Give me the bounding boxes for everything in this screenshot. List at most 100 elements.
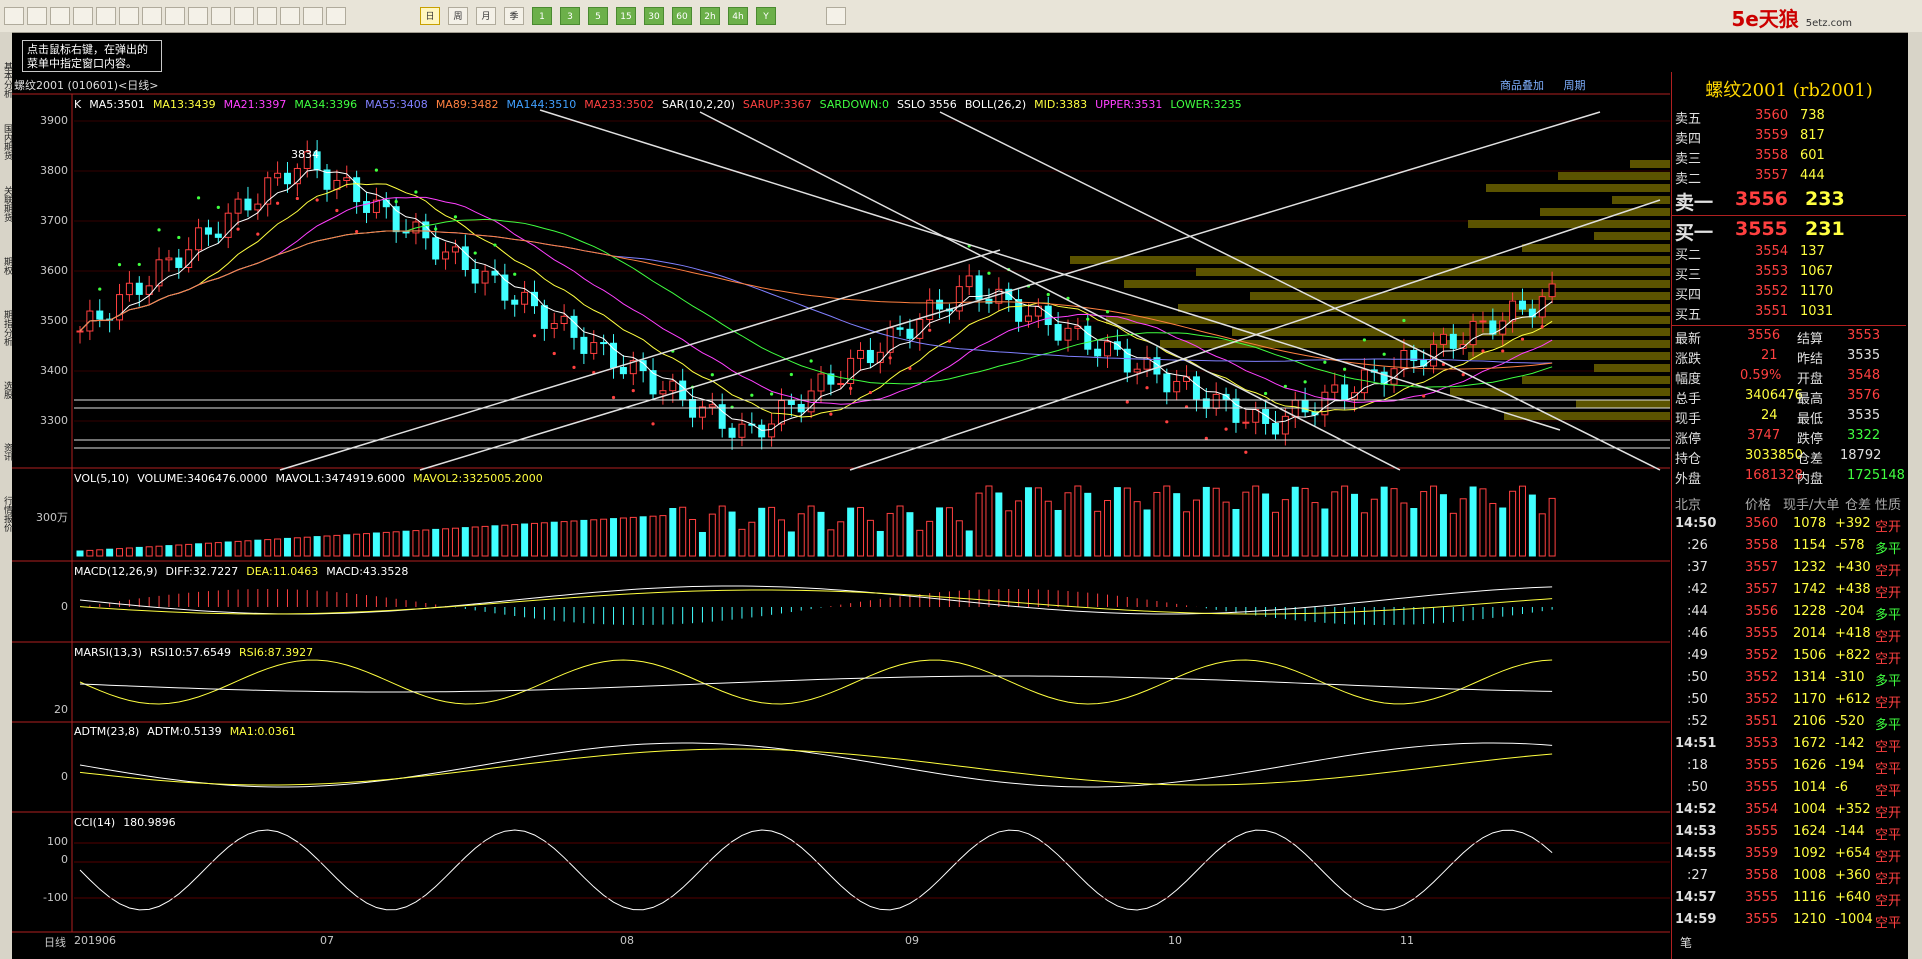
tick-oi-change: +360 — [1835, 868, 1871, 883]
sar-dot — [987, 271, 991, 275]
volume-bar — [1499, 507, 1507, 557]
sar-dot — [335, 208, 339, 213]
x-axis-label: 10 — [1168, 934, 1182, 947]
candle-body — [1548, 283, 1556, 298]
tick-oi-change: +352 — [1835, 802, 1871, 817]
quote-cell: 跌停 — [1797, 432, 1824, 447]
sar-dot — [177, 235, 181, 240]
candle-body — [1094, 348, 1102, 357]
candle-body — [1242, 421, 1250, 424]
quote-row: 总手 3406476 最高 3576 — [1675, 388, 1905, 407]
volume-bar — [768, 506, 776, 557]
volume-bar — [945, 507, 953, 557]
volume-bar — [106, 548, 114, 557]
price-axis-label: 3700 — [40, 214, 68, 227]
sar-dot — [631, 389, 635, 393]
candle-body — [659, 390, 667, 395]
candle-body — [432, 237, 440, 260]
volume-bar — [619, 517, 627, 557]
indicator-value: SARUP:3367 — [742, 98, 812, 111]
adtm-line — [79, 742, 1553, 788]
candle-body — [817, 373, 825, 392]
adtm-header: ADTM(23,8) ADTM:0.5139 MA1:0.0361 — [74, 725, 304, 738]
tick-nature: 空开 — [1875, 564, 1902, 579]
tick-price: 3554 — [1745, 802, 1779, 817]
tick-time: :50 — [1687, 670, 1708, 685]
volume-bar — [1271, 511, 1279, 557]
vol-axis-label: 300万 — [36, 511, 68, 524]
tick-volume: 1742 — [1793, 582, 1827, 597]
volume-profile-bar — [1594, 232, 1670, 240]
candle-body — [837, 382, 845, 385]
volume-bar — [1528, 494, 1536, 557]
candle-body — [758, 424, 766, 438]
quote-cell: 3556 — [1735, 188, 1788, 210]
candle-body — [1538, 296, 1546, 318]
volume-bar — [1291, 486, 1299, 557]
tick-volume: 1232 — [1793, 560, 1827, 575]
indicator-value: SSLO 3556 — [896, 98, 957, 111]
volume-bar — [1341, 485, 1349, 557]
tick-time: :27 — [1687, 868, 1708, 883]
indicator-value: 180.9896 — [123, 816, 176, 829]
indicator-value: RSI10:57.6549 — [149, 646, 232, 659]
quote-cell: 买五 — [1675, 308, 1702, 323]
volume-bar — [600, 518, 608, 557]
sar-dot — [414, 190, 418, 194]
tick-time: 14:53 — [1675, 824, 1717, 839]
volume-bar — [728, 511, 736, 557]
volume-bar — [580, 519, 588, 557]
tick-header-cell: 现手/大单 — [1783, 498, 1840, 513]
moving-average-line — [79, 218, 1553, 388]
candle-body — [560, 315, 568, 325]
indicator-value: MA233:3502 — [584, 98, 654, 111]
quote-cell: 3406476 — [1745, 388, 1803, 403]
ask-bid-divider — [1672, 215, 1906, 216]
volume-bar — [550, 521, 558, 557]
price-axis-label: 3500 — [40, 314, 68, 327]
tick-price: 3552 — [1745, 648, 1779, 663]
volume-bar — [145, 546, 153, 557]
candle-body — [244, 198, 252, 211]
tick-row: :18 3555 1626 -194 空平 — [1675, 758, 1907, 779]
candle-body — [1479, 320, 1487, 323]
tick-nature: 空开 — [1875, 520, 1902, 535]
gann-line — [279, 249, 1001, 471]
tick-nature: 空开 — [1875, 872, 1902, 887]
sar-dot — [196, 196, 201, 200]
macd-header: MACD(12,26,9) DIFF:32.7227 DEA:11.0463 MACD… — [74, 565, 416, 578]
volume-bar — [1509, 490, 1517, 557]
volume-bar — [442, 528, 450, 557]
marsi-axis-label: 20 — [54, 703, 68, 716]
indicator-value: SAR(10,2,20) — [661, 98, 735, 111]
quote-cell: 仓差 — [1797, 452, 1824, 467]
volume-bar — [1489, 502, 1497, 557]
candle-body — [669, 380, 677, 392]
candle-body — [1509, 300, 1517, 322]
indicator-value: MA144:3510 — [506, 98, 577, 111]
footer-tab[interactable]: 笔 — [1680, 934, 1692, 951]
quote-cell: 231 — [1805, 218, 1845, 240]
tick-row: :50 3552 1170 +612 空开 — [1675, 692, 1907, 713]
price-axis-label: 3800 — [40, 164, 68, 177]
indicator-value: SARDOWN:0 — [819, 98, 889, 111]
volume-profile-bar — [1504, 412, 1670, 420]
sar-dot — [1382, 352, 1386, 356]
volume-bar — [86, 549, 94, 557]
volume-profile-bar — [1576, 400, 1670, 408]
candle-body — [906, 328, 914, 339]
candle-body — [254, 203, 262, 211]
quote-cell: 卖五 — [1675, 112, 1702, 127]
tick-price: 3556 — [1745, 604, 1779, 619]
volume-bar — [1123, 487, 1131, 557]
quote-cell: 3535 — [1847, 348, 1881, 363]
volume-bar — [1430, 485, 1438, 557]
quote-cell: 3556 — [1747, 328, 1781, 343]
volume-profile-bar — [1522, 244, 1670, 252]
volume-bar — [1321, 508, 1329, 557]
candle-body — [787, 400, 795, 405]
candle-body — [1192, 376, 1200, 400]
volume-profile-bar — [1630, 160, 1670, 168]
quote-cell: 卖一 — [1675, 192, 1714, 214]
quote-cell: 137 — [1800, 244, 1825, 259]
